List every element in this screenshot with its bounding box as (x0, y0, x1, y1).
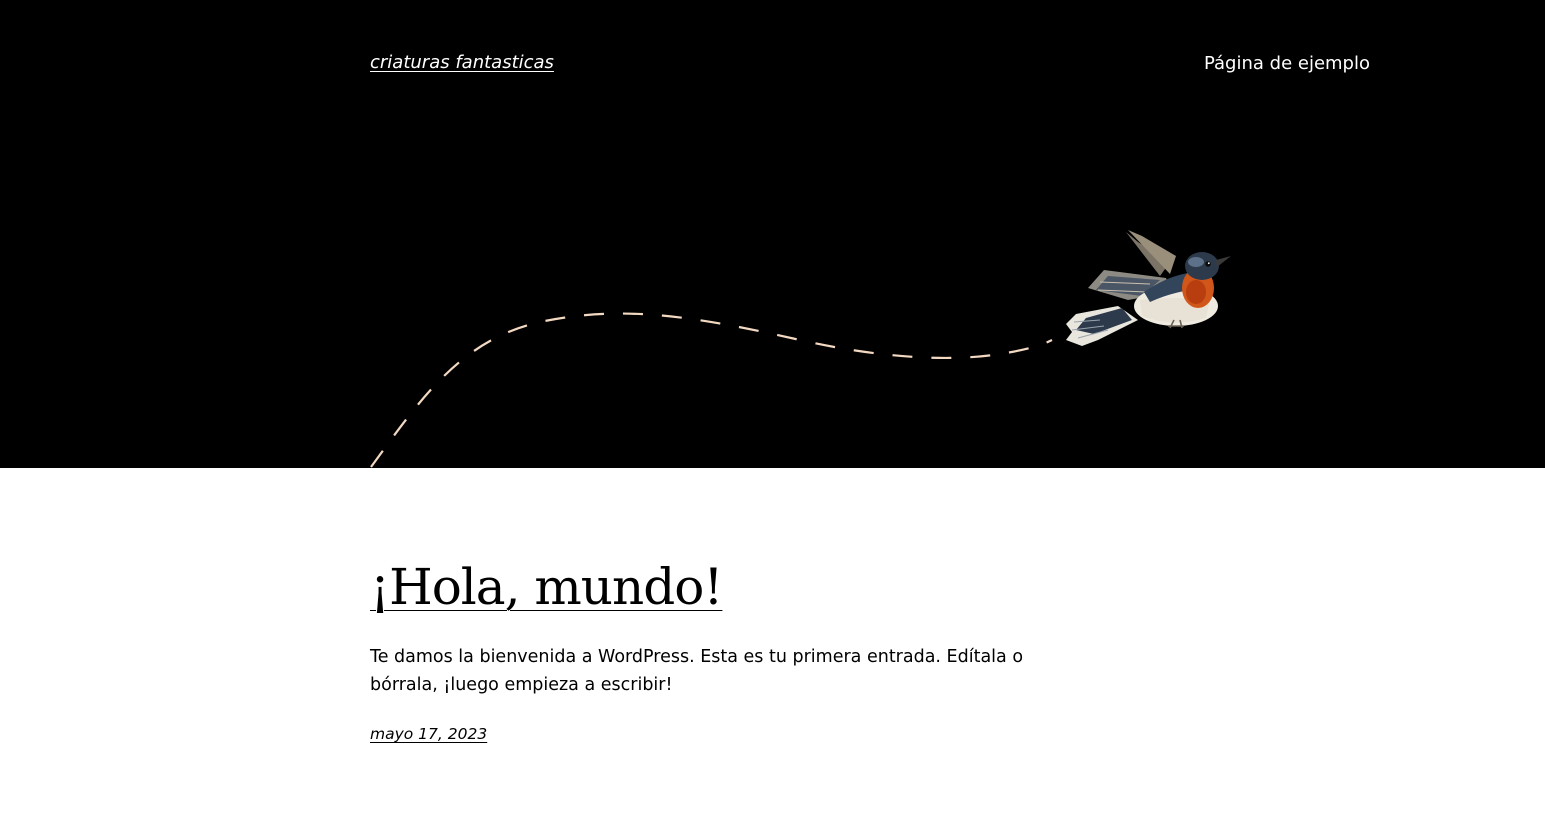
post-title-link[interactable]: ¡Hola, mundo! (370, 555, 723, 619)
site-header-hero: criaturas fantasticas Página de ejemplo (0, 0, 1545, 468)
dashed-flight-path (370, 312, 1053, 468)
bird-flight-path-illustration (370, 230, 1231, 468)
bird-icon (1066, 230, 1231, 346)
post-entry: ¡Hola, mundo! Te damos la bienvenida a W… (370, 555, 1050, 743)
post-date-link[interactable]: mayo 17, 2023 (370, 725, 487, 743)
post-excerpt: Te damos la bienvenida a WordPress. Esta… (370, 647, 1024, 695)
